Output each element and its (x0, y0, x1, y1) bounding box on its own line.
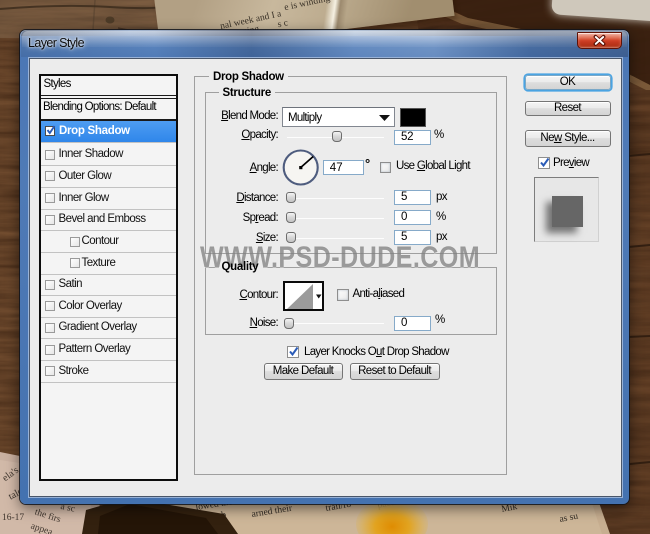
svg-text:16-17: 16-17 (2, 513, 24, 523)
